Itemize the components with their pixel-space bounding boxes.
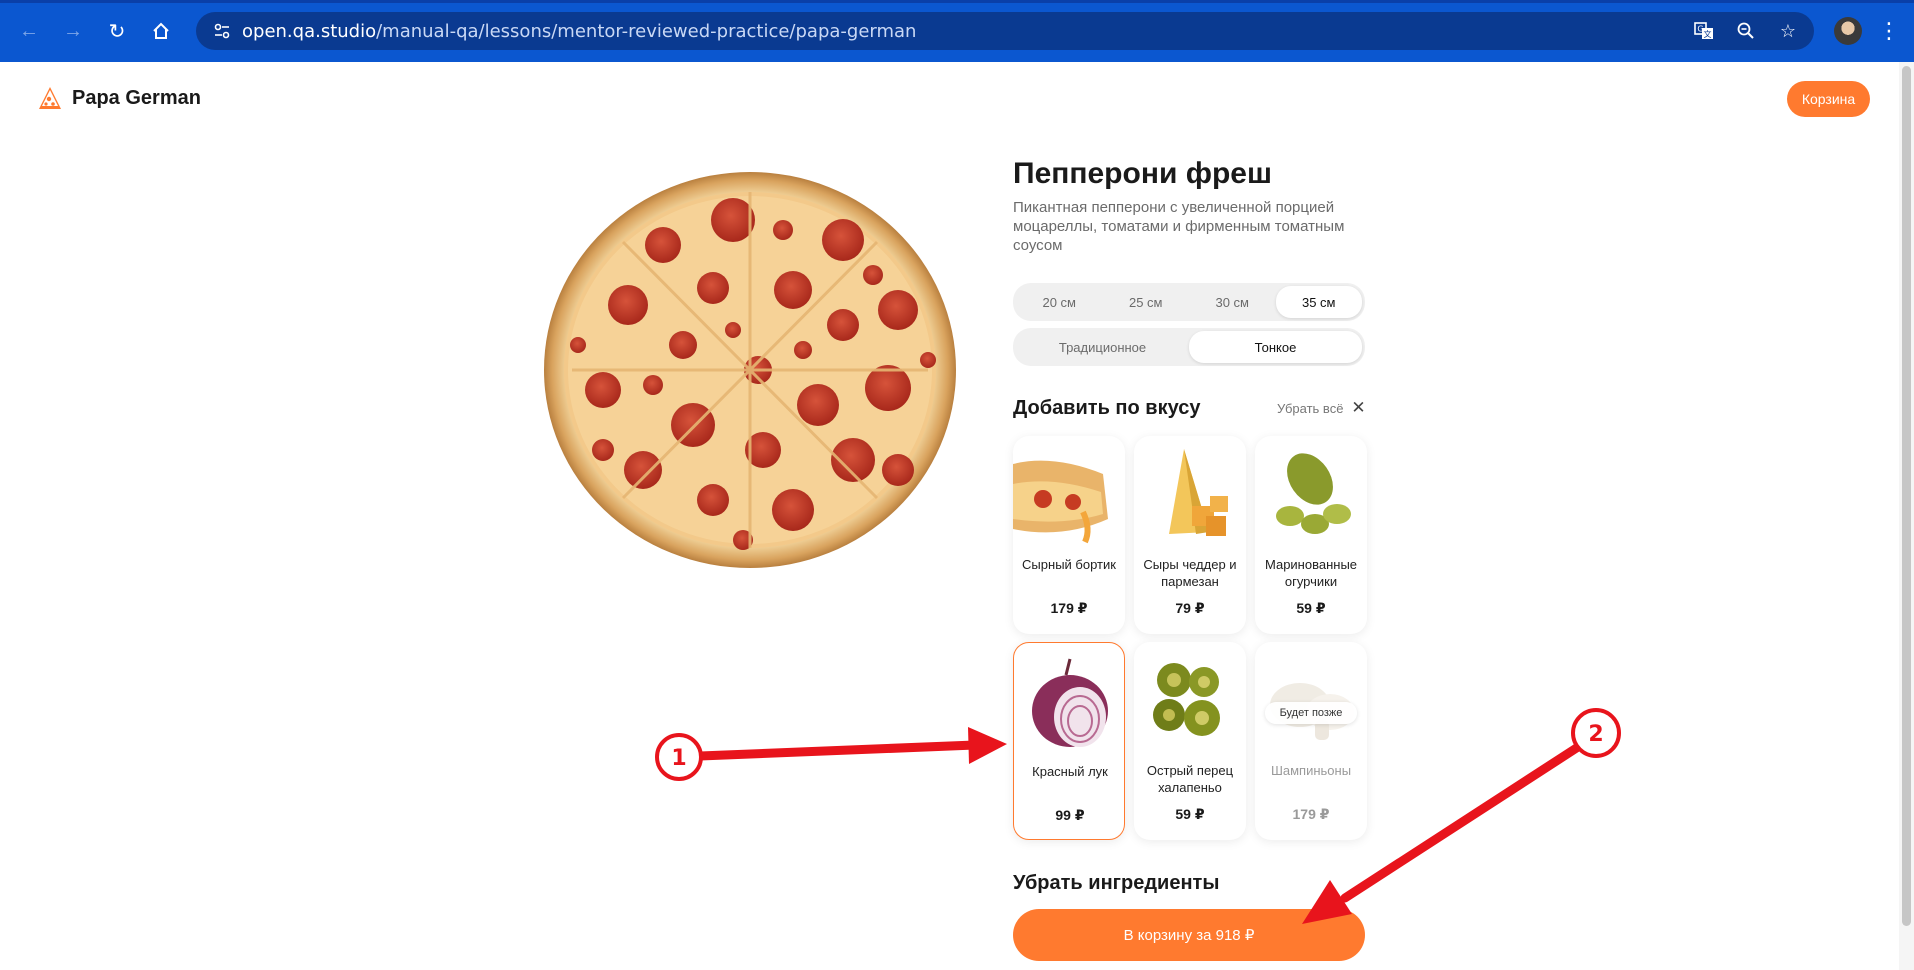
- coming-soon-badge: Будет позже: [1265, 702, 1357, 724]
- topping-card-pickles[interactable]: Маринованные огурчики 59 ₽: [1255, 436, 1367, 634]
- close-icon: ✕: [1351, 398, 1366, 417]
- topping-card-cheese-crust[interactable]: Сырный бортик 179 ₽: [1013, 436, 1125, 634]
- site-info-icon[interactable]: [202, 22, 242, 40]
- size-option-30[interactable]: 30 см: [1189, 286, 1276, 318]
- dough-option-traditional[interactable]: Традиционное: [1016, 331, 1189, 363]
- annotation-number-1: 1: [671, 746, 686, 771]
- brand-logo[interactable]: Papa German: [36, 84, 201, 112]
- red-onion-image: [1032, 658, 1108, 747]
- brand-name: Papa German: [72, 86, 201, 109]
- svg-text:G: G: [1697, 25, 1703, 34]
- product-title: Пепперони фреш: [1013, 157, 1272, 190]
- forward-icon[interactable]: →: [58, 16, 88, 46]
- topping-name: Красный лук: [1032, 764, 1108, 779]
- topping-name: Острый перец халапеньо: [1146, 763, 1234, 795]
- menu-icon[interactable]: ⋮: [1878, 16, 1900, 46]
- profile-avatar[interactable]: [1834, 17, 1862, 45]
- url-host: open.qa.studio: [242, 20, 377, 42]
- topping-price: 179 ₽: [1292, 806, 1330, 822]
- annotation-callout-1: 1: [655, 733, 703, 781]
- dough-selector: Традиционное Тонкое: [1013, 328, 1365, 366]
- topping-price: 59 ₽: [1296, 600, 1326, 616]
- reload-icon[interactable]: ↻: [102, 16, 132, 46]
- size-option-25[interactable]: 25 см: [1103, 286, 1190, 318]
- pizza-image: [544, 172, 956, 568]
- topping-card-jalapeno[interactable]: Острый перец халапеньо 59 ₽: [1134, 642, 1246, 840]
- remove-ingredients-heading: Убрать ингредиенты: [1013, 872, 1220, 894]
- cheddar-parmesan-image: [1169, 449, 1228, 536]
- topping-name: Маринованные огурчики: [1264, 557, 1358, 589]
- zoom-icon[interactable]: [1734, 19, 1758, 43]
- size-option-20[interactable]: 20 см: [1016, 286, 1103, 318]
- cheese-crust-image: [1013, 460, 1108, 544]
- bookmark-star-icon[interactable]: ☆: [1776, 19, 1800, 43]
- annotation-callout-2: 2: [1571, 708, 1621, 758]
- annotation-arrow-1: [695, 727, 1007, 764]
- clear-all-label: Убрать всё: [1277, 400, 1344, 416]
- topping-name: Сырный бортик: [1022, 557, 1116, 572]
- annotation-overlay: 1 2: [655, 708, 1621, 924]
- topping-card-mushrooms[interactable]: Будет позже Шампиньоны 179 ₽: [1255, 642, 1367, 840]
- topping-card-red-onion[interactable]: Красный лук 99 ₽: [1013, 642, 1125, 840]
- browser-toolbar: ← → ↻ open.qa.studio/manual-qa/lessons/m…: [0, 0, 1914, 62]
- topping-name: Сыры чеддер и пармезан: [1143, 557, 1237, 589]
- size-selector: 20 см 25 см 30 см 35 см: [1013, 283, 1365, 321]
- pizza-logo-icon: [39, 87, 61, 109]
- home-icon[interactable]: [146, 16, 176, 46]
- annotation-number-2: 2: [1588, 722, 1603, 747]
- topping-price: 59 ₽: [1175, 806, 1205, 822]
- topping-price: 179 ₽: [1050, 600, 1088, 616]
- cart-button[interactable]: Корзина: [1787, 81, 1870, 117]
- url-path: /manual-qa/lessons/mentor-reviewed-pract…: [376, 20, 917, 42]
- topping-price: 79 ₽: [1175, 600, 1205, 616]
- topping-price: 99 ₽: [1055, 807, 1085, 823]
- tab-strip-edge: [0, 0, 1914, 3]
- topping-name: Шампиньоны: [1270, 763, 1352, 778]
- scrollbar-thumb[interactable]: [1902, 66, 1911, 926]
- dough-option-thin[interactable]: Тонкое: [1189, 331, 1362, 363]
- svg-text:文: 文: [1704, 29, 1712, 39]
- translate-icon[interactable]: 文G: [1692, 19, 1716, 43]
- product-description: Пикантная пепперони с увеличенной порцие…: [1013, 199, 1345, 254]
- address-bar[interactable]: open.qa.studio/manual-qa/lessons/mentor-…: [196, 12, 1814, 50]
- mushrooms-image: [1270, 683, 1354, 740]
- topping-card-cheddar-parmesan[interactable]: Сыры чеддер и пармезан 79 ₽: [1134, 436, 1246, 634]
- url-text: open.qa.studio/manual-qa/lessons/mentor-…: [242, 21, 916, 42]
- toppings-heading: Добавить по вкусу: [1013, 397, 1201, 419]
- size-option-35[interactable]: 35 см: [1275, 286, 1362, 318]
- add-to-cart-button[interactable]: В корзину за 918 ₽: [1013, 909, 1365, 961]
- page-scrollbar[interactable]: [1899, 62, 1914, 970]
- pickles-image: [1276, 453, 1351, 534]
- clear-all-button[interactable]: Убрать всё ✕: [1277, 398, 1366, 418]
- back-icon[interactable]: ←: [14, 16, 44, 46]
- jalapeno-image: [1153, 663, 1220, 736]
